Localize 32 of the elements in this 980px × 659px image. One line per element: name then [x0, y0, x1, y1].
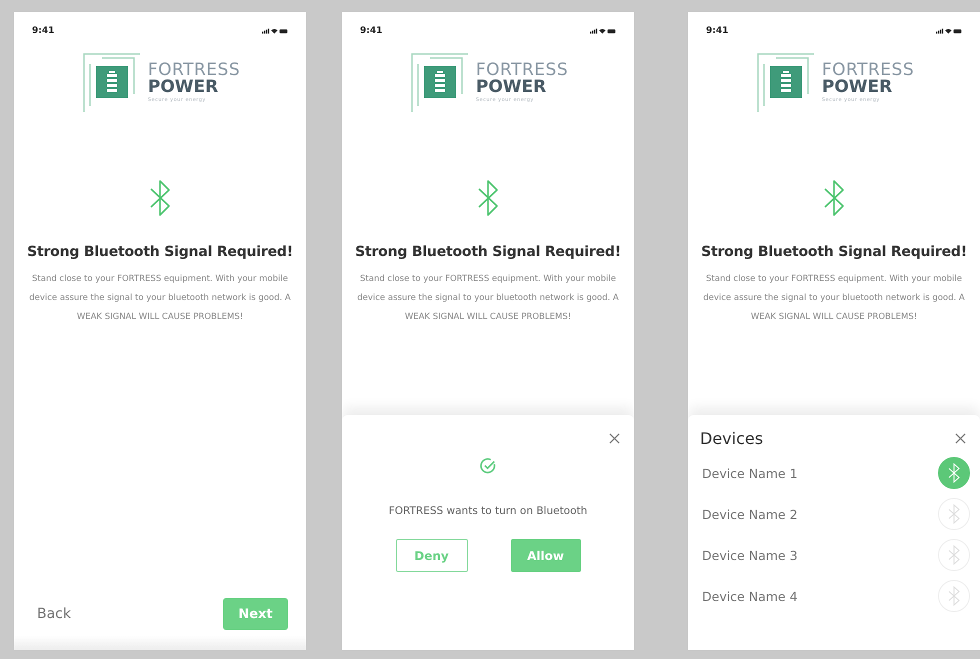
- device-name[interactable]: Device Name 4: [700, 588, 798, 604]
- instruction-text: Stand close to your FORTRESS equipment. With your mobile device assure the signal to your bluetooth network is good. A WEAK SIGNAL WILL CAUSE PROBLEMS!: [703, 273, 965, 324]
- close-icon[interactable]: [955, 433, 966, 444]
- sheet-title: Devices: [700, 429, 764, 448]
- instruction-text: Stand close to your FORTRESS equipment. With your mobile device assure the signal to your bluetooth network is good. A WEAK SIGNAL WILL CAUSE PROBLEMS!: [357, 273, 619, 324]
- bluetooth-icon: [822, 178, 846, 218]
- status-time: 9:41: [32, 26, 54, 36]
- close-icon[interactable]: [609, 433, 620, 444]
- status-icons: [936, 27, 962, 35]
- logo-wordmark: FORTRESS: [822, 62, 914, 78]
- status-icons: [262, 27, 288, 35]
- instruction-text: Stand close to your FORTRESS equipment. With your mobile device assure the signal to your bluetooth network is good. A WEAK SIGNAL WILL CAUSE PROBLEMS!: [29, 273, 291, 324]
- check-circle-icon: [479, 457, 497, 475]
- bluetooth-icon[interactable]: [938, 457, 970, 489]
- device-name[interactable]: Device Name 3: [700, 548, 798, 562]
- status-time: 9:41: [360, 26, 382, 36]
- status-time: 9:41: [706, 26, 728, 36]
- logo-wordmark: POWER: [148, 78, 220, 96]
- screen-title: Strong Bluetooth Signal Required!: [27, 244, 293, 260]
- logo-wordmark: FORTRESS: [476, 62, 568, 78]
- logo-wordmark: FORTRESS: [148, 62, 240, 78]
- screen-title: Strong Bluetooth Signal Required!: [355, 244, 621, 260]
- screen-title: Strong Bluetooth Signal Required!: [701, 244, 967, 260]
- device-name[interactable]: Device Name 2: [700, 506, 798, 522]
- back-button[interactable]: Back: [37, 606, 71, 622]
- bluetooth-icon: [148, 178, 172, 218]
- bluetooth-icon: [476, 178, 500, 218]
- logo-wordmark: POWER: [822, 78, 894, 96]
- status-icons: [590, 27, 616, 35]
- device-name[interactable]: Device Name 1: [700, 466, 798, 480]
- permission-message: FORTRESS wants to turn on Bluetooth: [388, 505, 588, 517]
- logo-wordmark: POWER: [476, 78, 548, 96]
